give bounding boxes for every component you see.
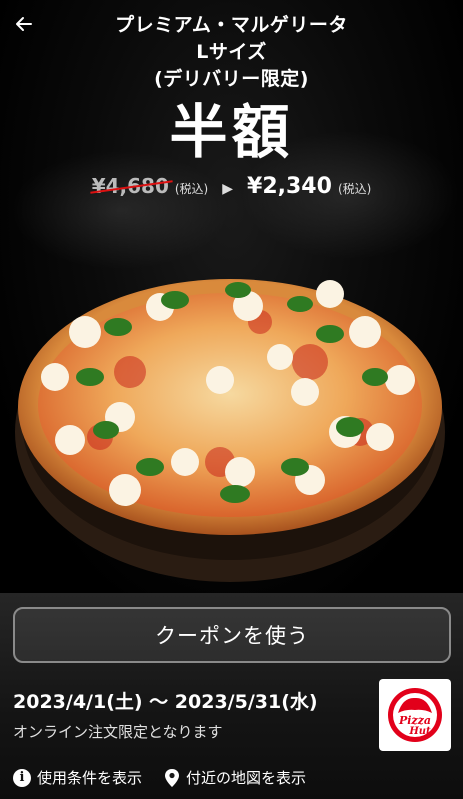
- map-link-label: 付近の地図を表示: [186, 769, 307, 787]
- pizza-hut-logo: Pizza Hut: [379, 679, 451, 751]
- title-line-1: プレミアム・マルゲリータ: [115, 14, 348, 36]
- coupon-panel: クーポンを使う 2023/4/1(土) 〜 2023/5/31(水) オンライン…: [0, 593, 463, 799]
- use-coupon-button[interactable]: クーポンを使う: [13, 607, 451, 663]
- location-pin-icon: [165, 768, 180, 787]
- terms-link[interactable]: i 使用条件を表示: [13, 767, 142, 788]
- promo-hero: プレミアム・マルゲリータ Lサイズ (デリバリー限定) 半額 ¥4,680 (税…: [0, 0, 463, 593]
- discount-headline: 半額: [169, 98, 294, 166]
- info-icon: i: [13, 768, 31, 787]
- footer-links: i 使用条件を表示 付近の地図を表示: [13, 767, 306, 788]
- title-line-3: (デリバリー限定): [154, 68, 309, 90]
- online-only-note: オンライン注文限定となります: [13, 723, 223, 741]
- use-coupon-label: クーポンを使う: [155, 624, 309, 648]
- smoke-effect: [10, 150, 230, 270]
- discounted-price: ¥2,340: [247, 174, 332, 199]
- product-title: プレミアム・マルゲリータ Lサイズ (デリバリー限定): [0, 12, 463, 93]
- original-tax-label: (税込): [174, 182, 209, 196]
- play-arrow-icon: ▶: [222, 181, 234, 197]
- validity-dates: 2023/4/1(土) 〜 2023/5/31(水): [13, 691, 318, 713]
- pizza-image: [15, 279, 445, 582]
- pizza-hut-logo-icon: Pizza Hut: [388, 688, 442, 742]
- title-line-2: Lサイズ: [196, 41, 267, 63]
- terms-link-label: 使用条件を表示: [37, 769, 143, 787]
- discounted-tax-label: (税込): [337, 182, 372, 196]
- map-link[interactable]: 付近の地図を表示: [164, 767, 306, 788]
- svg-text:Hut: Hut: [408, 726, 431, 737]
- original-price: ¥4,680: [89, 174, 173, 198]
- price-row: ¥4,680 (税込) ▶ ¥2,340 (税込): [0, 174, 463, 199]
